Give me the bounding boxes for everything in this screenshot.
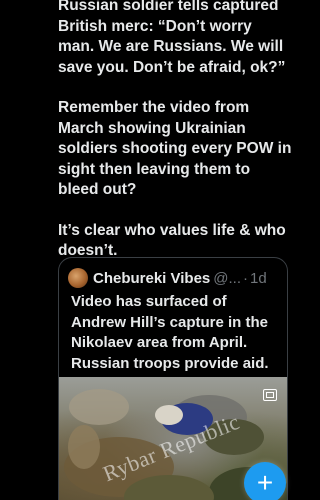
quoted-tweet-body: Video has surfaced of Andrew Hill’s capt… [71, 292, 283, 374]
quoted-author-handle: @... [213, 269, 242, 287]
tweet-line: British merc: “Don’t worry [58, 17, 252, 35]
quoted-timestamp[interactable]: 1d [250, 270, 267, 287]
tweet-line: save you. Don’t be afraid, ok?” [58, 58, 286, 76]
quoted-line: Andrew Hill’s capture in the [71, 313, 268, 331]
tweet-line: man. We are Russians. We will [58, 38, 284, 55]
tweet-line: soldiers shooting every POW in [58, 140, 292, 157]
quoted-line: Video has surfaced of [71, 293, 227, 310]
tweet-line: It’s clear who values life & who [58, 221, 286, 239]
quoted-tweet-card[interactable]: Chebureki Vibes @... · 1d Video has surf… [58, 257, 288, 500]
gallery-icon [263, 389, 277, 401]
tweet-line: sight then leaving them to [58, 160, 251, 178]
tweet-body: Russian soldier tells captured British m… [58, 0, 293, 262]
quoted-author-name[interactable]: Chebureki Vibes [93, 270, 210, 287]
tweet-line: March showing Ukrainian [58, 119, 246, 137]
quoted-line: Russian troops provide aid. [71, 354, 269, 372]
quoted-line: Nikolaev area from April. [71, 334, 248, 351]
quoted-tweet-header: Chebureki Vibes @... · 1d [68, 268, 267, 288]
tweet-line: Remember the video from [58, 99, 250, 116]
compose-plus-button[interactable]: + [244, 462, 286, 500]
tweet-line: Russian soldier tells captured [58, 0, 279, 14]
tweet-screen: Russian soldier tells captured British m… [0, 0, 297, 500]
tweet-line: bleed out? [58, 181, 137, 198]
avatar[interactable] [68, 268, 88, 288]
header-separator: · [243, 269, 249, 287]
